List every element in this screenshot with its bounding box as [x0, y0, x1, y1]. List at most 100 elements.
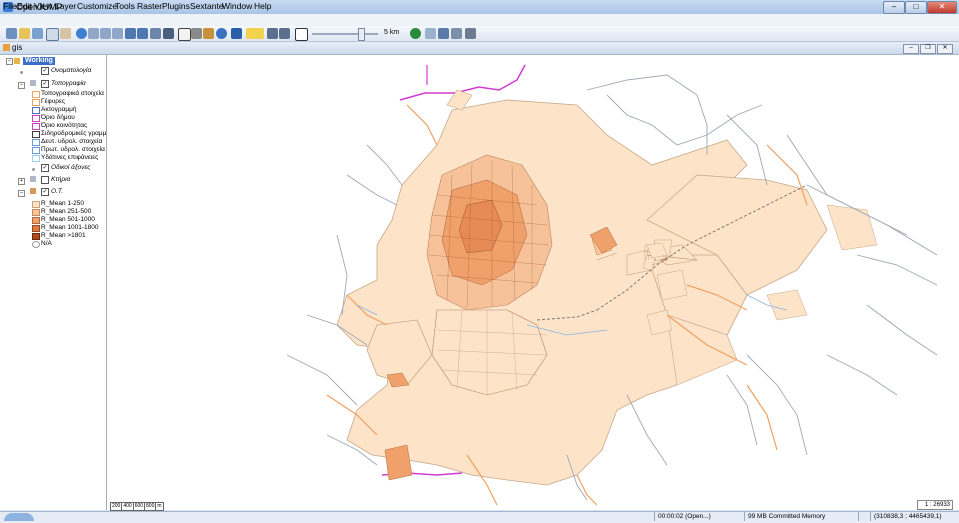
open-file-icon[interactable] [19, 28, 30, 39]
forward-arrow-icon[interactable] [137, 28, 148, 39]
globe-icon[interactable] [410, 28, 421, 39]
status-coordinates: (310838,3 ; 4465439,1) [870, 512, 959, 521]
legend-swatch [32, 155, 40, 162]
legend-swatch [32, 233, 40, 240]
tree-node-dot [32, 168, 35, 171]
legend-item: Όριο δήμου [41, 114, 75, 121]
pan-hand-icon[interactable] [60, 28, 71, 39]
zoom-selected-icon[interactable] [112, 28, 123, 39]
maximize-button[interactable]: □ [905, 1, 927, 14]
status-timer: 00:00:02 (Open...) [654, 512, 744, 521]
layer-onomatologia[interactable]: Ονοματολογία [51, 67, 91, 75]
menu-window[interactable]: Window [222, 1, 252, 11]
category-working[interactable]: Working [23, 57, 55, 65]
legend-swatch [32, 225, 40, 232]
cut-icon[interactable] [191, 28, 202, 39]
legend-swatch [32, 217, 40, 224]
legend-item: N/A [41, 240, 52, 247]
select-arrow-icon[interactable] [178, 28, 191, 41]
menu-customize[interactable]: Customize [77, 1, 117, 11]
legend-swatch [32, 91, 40, 98]
menu-bar [0, 14, 959, 26]
legend-item: R_Mean >1801 [41, 232, 86, 239]
legend-item: Ακτογραμμή [41, 106, 77, 113]
scale-bar: 200 400 600 800 m [110, 502, 164, 511]
menu-sextante[interactable]: Sextante [190, 1, 224, 11]
zoom-tool-icon[interactable] [46, 28, 59, 41]
edit-icon[interactable] [231, 28, 242, 39]
collapse-toggle[interactable]: – [18, 190, 25, 197]
window-icon[interactable] [295, 28, 308, 41]
scale-tick: 400 [123, 503, 134, 510]
start-button-icon[interactable] [4, 513, 34, 521]
layer-ot[interactable]: Ο.Τ. [51, 188, 63, 196]
internal-frame-title-bar [0, 42, 959, 55]
legend-item: Υδάτινες επιφάνειες [41, 154, 99, 161]
folder-icon [14, 58, 20, 64]
layer-visibility-checkbox[interactable]: ✓ [41, 80, 49, 88]
measure-tool-icon[interactable] [246, 28, 264, 39]
legend-swatch [32, 99, 40, 106]
legend-swatch [32, 201, 40, 208]
collapse-toggle[interactable]: – [18, 82, 25, 89]
menu-file[interactable]: File [3, 1, 17, 11]
layer-ktiria[interactable]: Κτήρια [51, 176, 70, 184]
zoom-slider-track[interactable] [312, 33, 378, 35]
legend-swatch [32, 241, 40, 248]
zoom-scale-label: 5 km [384, 29, 400, 36]
expand-toggle[interactable]: + [18, 178, 25, 185]
legend-item: Δευτ. υδρολ. στοιχεία [41, 138, 103, 145]
layer-visibility-checkbox[interactable]: ✓ [41, 67, 49, 75]
legend-item: Πρωτ. υδρολ. στοιχεία [41, 146, 105, 153]
undo-icon[interactable] [267, 28, 278, 39]
menu-edit[interactable]: Edit [17, 1, 32, 11]
new-project-icon[interactable] [6, 28, 17, 39]
frame-minimize-button[interactable]: – [903, 44, 919, 54]
layer-visibility-checkbox[interactable] [41, 176, 49, 184]
tree-node-dot [20, 71, 23, 74]
print-icon[interactable] [425, 28, 436, 39]
close-button[interactable]: ✕ [927, 1, 957, 14]
legend-item: R_Mean 1001-1800 [41, 224, 99, 231]
zoom-full-extent-icon[interactable] [76, 28, 87, 39]
menu-raster[interactable]: Raster [137, 1, 162, 11]
zoom-slider-thumb[interactable] [358, 28, 365, 41]
zoom-in-icon[interactable] [88, 28, 99, 39]
feature-info-icon[interactable] [203, 28, 214, 39]
layer-odikoi-axones[interactable]: Οδικοί άξονες [51, 164, 90, 172]
legend-swatch [32, 107, 40, 114]
snap-icon[interactable] [438, 28, 449, 39]
layer-visibility-checkbox[interactable]: ✓ [41, 188, 49, 196]
legend-item: R_Mean 251-500 [41, 208, 92, 215]
legend-item: Γέφυρες [41, 98, 65, 105]
back-arrow-icon[interactable] [125, 28, 136, 39]
frame-restore-button[interactable]: ❐ [920, 44, 936, 54]
scale-tick: 800 [146, 503, 157, 510]
save-icon[interactable] [32, 28, 43, 39]
menu-view[interactable]: View [34, 1, 52, 11]
zoom-out-icon[interactable] [100, 28, 111, 39]
menu-tools[interactable]: Tools [115, 1, 135, 11]
status-memory: 99 MB Committed Memory [744, 512, 858, 521]
refresh-icon[interactable] [150, 28, 161, 39]
legend-item: R_Mean 1-250 [41, 200, 84, 207]
legend-item: Όριο κοινότητας [41, 122, 88, 129]
menu-plugins[interactable]: Plugins [162, 1, 190, 11]
menu-layer[interactable]: Layer [55, 1, 76, 11]
menu-help[interactable]: Help [254, 1, 271, 11]
map-canvas[interactable] [107, 55, 959, 510]
scale-tick: 600 [134, 503, 146, 510]
plugin-tool-icon[interactable] [465, 28, 476, 39]
stop-icon[interactable] [163, 28, 174, 39]
frame-close-button[interactable]: ✕ [937, 44, 953, 54]
layer-tools-icon[interactable] [451, 28, 462, 39]
scale-unit: m [157, 503, 162, 509]
legend-item: R_Mean 501-1000 [41, 216, 95, 223]
layer-visibility-checkbox[interactable]: ✓ [41, 164, 49, 172]
redo-icon[interactable] [279, 28, 290, 39]
layer-topografia[interactable]: Τοπογραφία [51, 80, 86, 88]
collapse-toggle[interactable]: – [6, 58, 13, 65]
scale-readout[interactable]: 1 : 26933 [917, 500, 953, 510]
minimize-button[interactable]: – [883, 1, 905, 14]
info-icon[interactable] [216, 28, 227, 39]
